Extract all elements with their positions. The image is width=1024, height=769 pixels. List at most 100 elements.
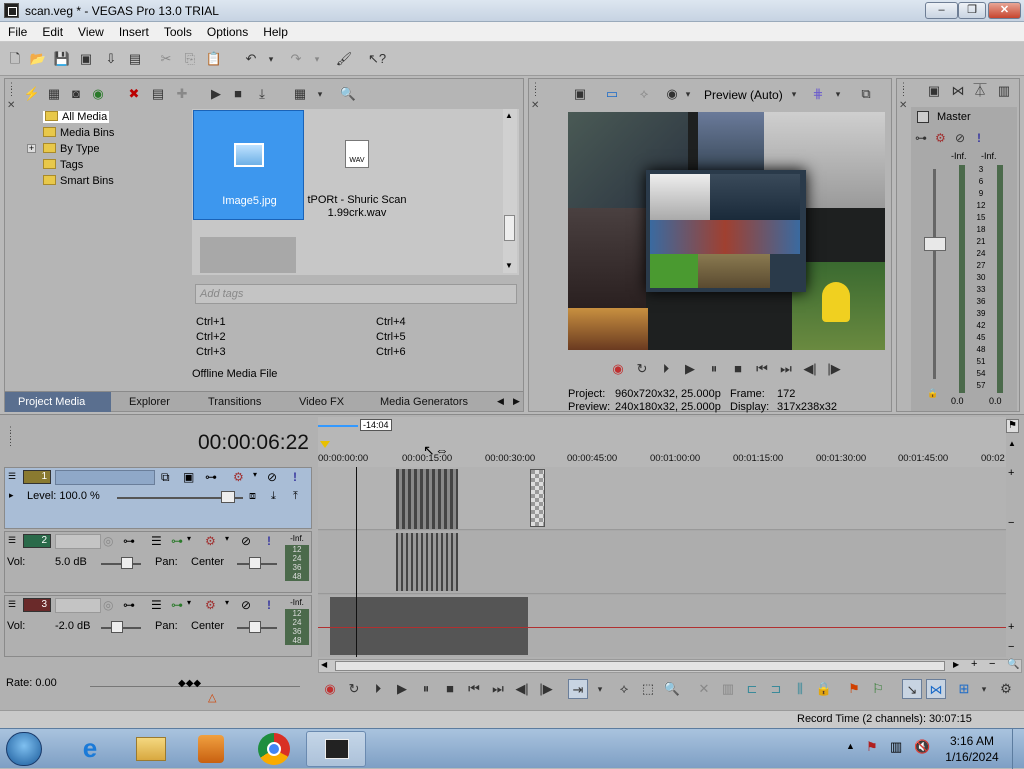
play-from-start-icon[interactable]: ⏵ xyxy=(368,679,388,699)
track-fx-bypass-icon[interactable]: ☰ xyxy=(151,598,162,612)
go-to-end-icon[interactable]: ⏭ xyxy=(488,679,508,699)
track-motion-icon[interactable]: ⧉ xyxy=(161,470,170,485)
tags-input[interactable]: Add tags xyxy=(195,284,517,304)
views-dropdown-icon[interactable]: ▾ xyxy=(311,85,329,103)
vol-slider-handle[interactable] xyxy=(121,557,133,569)
close-panel-icon[interactable]: ✕ xyxy=(899,101,907,113)
whats-this-help-icon[interactable]: ↖? xyxy=(368,50,386,68)
save-icon[interactable]: 💾 xyxy=(53,50,71,68)
preview-fx-dropdown-icon[interactable]: ▾ xyxy=(679,85,697,103)
vegas-taskbar-button[interactable] xyxy=(306,731,366,767)
redo-icon[interactable]: ↷ xyxy=(287,50,305,68)
tree-item-tags[interactable]: Tags xyxy=(43,159,83,171)
horizontal-scrollbar[interactable]: ◀ ▶ + − 🔍 xyxy=(318,658,1022,673)
track-fx-icon[interactable]: ⚙ xyxy=(205,598,216,612)
next-frame-icon[interactable]: |▶ xyxy=(536,679,556,699)
rate-reset-icon[interactable]: △ xyxy=(208,691,216,704)
solo-icon[interactable]: ! xyxy=(267,598,271,612)
loop-region-bar[interactable] xyxy=(318,425,358,427)
go-to-start-icon[interactable]: ⏮ xyxy=(753,360,771,378)
downmix-icon[interactable]: ⋈ xyxy=(949,82,967,100)
media-item-image5[interactable]: Image5.jpg xyxy=(193,110,304,220)
mute-icon[interactable]: ⊘ xyxy=(267,470,277,484)
preview-quality-dropdown[interactable]: Preview (Auto) xyxy=(704,88,783,102)
zoom-out-time-icon[interactable]: − xyxy=(989,658,995,670)
play-icon[interactable]: ▶ xyxy=(392,679,412,699)
track-name-field[interactable] xyxy=(55,534,101,549)
preview-quality-dropdown-icon[interactable]: ▾ xyxy=(785,85,803,103)
close-button[interactable]: ✕ xyxy=(988,2,1021,19)
selection-tool-icon[interactable]: ⬚ xyxy=(638,679,658,699)
zoom-out-icon[interactable]: − xyxy=(1008,641,1014,653)
render-as-icon[interactable]: ⇩ xyxy=(102,50,120,68)
zoom-out-vertical-icon[interactable]: − xyxy=(1008,517,1014,529)
in-marker-icon[interactable] xyxy=(320,441,330,448)
track-fx-dropdown-icon[interactable]: ▾ xyxy=(225,534,229,543)
vol-slider-handle[interactable] xyxy=(111,621,123,633)
menu-insert[interactable]: Insert xyxy=(111,22,156,39)
zoom-tool-icon[interactable]: 🔍 xyxy=(1007,659,1019,670)
lock-envelopes-icon[interactable]: ⚙ xyxy=(996,679,1016,699)
solo-icon[interactable]: ! xyxy=(977,131,981,145)
master-fx-chain-icon[interactable]: ⚙ xyxy=(935,131,946,145)
pause-icon[interactable]: ⏸ xyxy=(416,679,436,699)
capture-video-icon[interactable]: ▦ xyxy=(45,85,63,103)
track-collapse-icon[interactable]: ☰ xyxy=(8,471,16,482)
scroll-thumb[interactable] xyxy=(504,215,515,241)
shortcut-ctrl1[interactable]: Ctrl+1 xyxy=(196,316,226,328)
save-as-icon[interactable]: ▣ xyxy=(77,50,95,68)
record-icon[interactable]: ◉ xyxy=(609,360,627,378)
track-fx-dropdown-icon[interactable]: ▾ xyxy=(253,470,257,479)
automation-mode-icon[interactable]: ⊶ xyxy=(171,534,183,548)
dim-output-icon[interactable]: ⏄ xyxy=(971,82,989,100)
paste-icon[interactable]: 📋 xyxy=(205,50,223,68)
shortcut-ctrl3[interactable]: Ctrl+3 xyxy=(196,346,226,358)
search-icon[interactable]: 🔍 xyxy=(339,85,357,103)
auto-preview-icon[interactable]: ⤓ xyxy=(253,85,271,103)
scroll-down-icon[interactable]: ▼ xyxy=(505,261,513,270)
invert-phase-icon[interactable]: ⊶ xyxy=(123,598,135,612)
tree-item-all-media[interactable]: All Media xyxy=(43,111,110,123)
tab-media-generators[interactable]: Media Generators xyxy=(380,396,468,408)
trim-icon[interactable]: ▥ xyxy=(718,679,738,699)
track-name-field[interactable] xyxy=(55,598,101,613)
playhead-cursor[interactable] xyxy=(356,467,357,657)
tab-video-fx[interactable]: Video FX xyxy=(299,396,344,408)
ripple-edit-icon[interactable]: ⊞ xyxy=(954,679,974,699)
video-event-cluster[interactable] xyxy=(396,469,458,529)
tab-transitions[interactable]: Transitions xyxy=(208,396,261,408)
master-fx-icon[interactable]: ⊶ xyxy=(915,131,927,145)
undo-icon[interactable]: ↶ xyxy=(242,50,260,68)
track-fx-dropdown-icon[interactable]: ▾ xyxy=(225,598,229,607)
automation-dropdown-icon[interactable]: ▾ xyxy=(187,598,191,607)
show-hidden-icons[interactable]: ▲ xyxy=(846,741,855,751)
automation-mode-icon[interactable]: ⊶ xyxy=(171,598,183,612)
track-header-audio-2[interactable]: ☰ 2 ◎ ⊶ ☰ ⊶ ▾ ⚙ ▾ ⊘ ! Vol: 5.0 dB Pan: C… xyxy=(4,531,312,593)
stop-icon[interactable]: ■ xyxy=(729,360,747,378)
lock-icon[interactable]: 🔒 xyxy=(927,388,938,399)
track-header-video-1[interactable]: ☰ 1 ⧉ ▣ ⊶ ⚙ ▾ ⊘ ! ▸ Level: 100.0 % ⧈ ⤓ ⤒ xyxy=(4,467,312,529)
play-icon[interactable]: ▶ xyxy=(681,360,699,378)
shortcut-ctrl4[interactable]: Ctrl+4 xyxy=(376,316,406,328)
go-to-start-icon[interactable]: ⏮ xyxy=(464,679,484,699)
shortcut-ctrl6[interactable]: Ctrl+6 xyxy=(376,346,406,358)
scroll-up-icon[interactable]: ▲ xyxy=(1008,439,1016,448)
trim-end-icon[interactable]: ⊐ xyxy=(766,679,786,699)
edit-tool-dropdown-icon[interactable]: ▾ xyxy=(590,679,610,699)
tree-item-media-bins[interactable]: Media Bins xyxy=(43,127,114,139)
track-fx-bypass-icon[interactable]: ☰ xyxy=(151,534,162,548)
mute-icon[interactable]: ⊘ xyxy=(241,534,251,548)
parent-composite-icon[interactable]: ▣ xyxy=(183,470,194,484)
import-media-icon[interactable]: ⚡ xyxy=(23,85,41,103)
insert-bus-icon[interactable]: ▣ xyxy=(925,82,943,100)
overlays-dropdown-icon[interactable]: ▾ xyxy=(829,85,847,103)
automation-icon[interactable]: ⤒ xyxy=(293,490,298,503)
track-header-audio-3[interactable]: ☰ 3 ◎ ⊶ ☰ ⊶ ▾ ⚙ ▾ ⊘ ! Vol: -2.0 dB Pan: … xyxy=(4,595,312,657)
pan-slider-handle[interactable] xyxy=(249,557,261,569)
tab-explorer[interactable]: Explorer xyxy=(129,396,170,408)
overlays-icon[interactable]: ⋕ xyxy=(809,85,827,103)
get-media-from-web-icon[interactable]: ◙ xyxy=(67,85,85,103)
enable-snapping-icon[interactable]: 🖌 xyxy=(335,50,353,68)
auto-crossfades-icon[interactable]: ⋈ xyxy=(926,679,946,699)
track-collapse-icon[interactable]: ☰ xyxy=(8,599,16,610)
